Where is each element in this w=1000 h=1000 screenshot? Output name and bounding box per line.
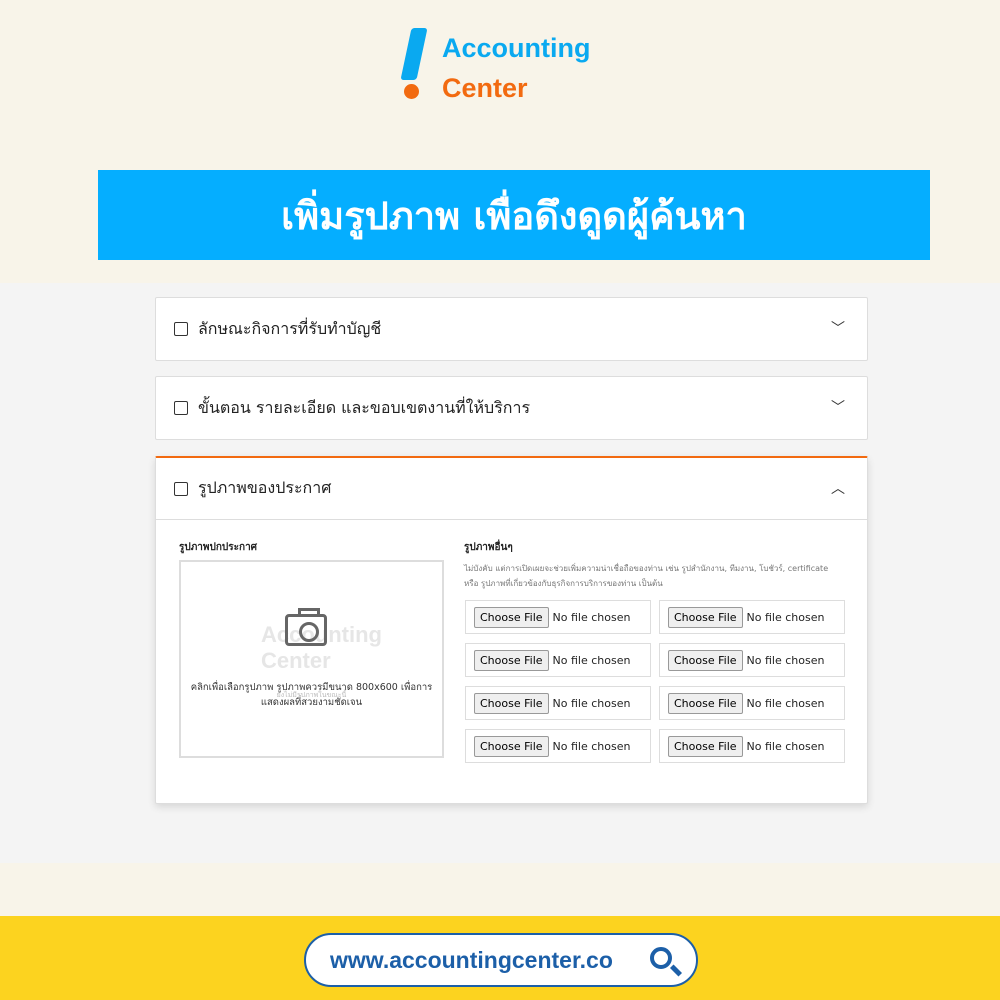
file-status: No file chosen: [552, 610, 631, 624]
camera-icon: [285, 608, 327, 646]
briefcase-icon: [174, 322, 188, 336]
file-input[interactable]: Choose File No file chosen: [465, 643, 651, 677]
file-input[interactable]: Choose File No file chosen: [465, 686, 651, 720]
footer: www.accountingcenter.co: [0, 916, 1000, 1000]
others-label: รูปภาพอื่นๆ: [464, 542, 513, 553]
file-status: No file chosen: [746, 610, 825, 624]
logo-mark-icon: [400, 28, 430, 102]
cover-label: รูปภาพปกประกาศ: [179, 542, 258, 553]
others-hint: ไม่บังคับ แต่การเปิดเผยจะช่วยเพิ่มความน่…: [464, 564, 829, 588]
chevron-down-icon[interactable]: ﹀: [831, 397, 845, 417]
file-status: No file chosen: [746, 696, 825, 710]
choose-file-button[interactable]: Choose File: [668, 649, 743, 671]
choose-file-button[interactable]: Choose File: [668, 692, 743, 714]
banner-title: เพิ่มรูปภาพ เพื่อดึงดูดผู้ค้นหา: [98, 170, 930, 260]
choose-file-button[interactable]: Choose File: [474, 735, 549, 757]
document-icon: [174, 401, 188, 415]
section-title: รูปภาพของประกาศ: [198, 478, 332, 497]
form-panel: ลักษณะกิจการที่รับทำบัญชี ﹀ ขั้นตอน รายละ…: [0, 283, 1000, 863]
logo-line2: Center: [442, 73, 528, 103]
file-input[interactable]: Choose File No file chosen: [659, 600, 845, 634]
file-input[interactable]: Choose File No file chosen: [465, 600, 651, 634]
logo: Accounting Center: [400, 28, 591, 108]
file-status: No file chosen: [746, 739, 825, 753]
website-link[interactable]: www.accountingcenter.co: [304, 933, 698, 987]
choose-file-button[interactable]: Choose File: [668, 735, 743, 757]
website-url: www.accountingcenter.co: [330, 946, 613, 973]
file-input[interactable]: Choose File No file chosen: [465, 729, 651, 763]
search-icon: [650, 947, 672, 969]
section-images-header[interactable]: รูปภาพของประกาศ ︿: [156, 458, 867, 520]
file-status: No file chosen: [552, 696, 631, 710]
choose-file-button[interactable]: Choose File: [668, 606, 743, 628]
section-procedure[interactable]: ขั้นตอน รายละเอียด และขอบเขตงานที่ให้บริ…: [155, 376, 868, 440]
image-icon: [174, 481, 188, 496]
section-title: ขั้นตอน รายละเอียด และขอบเขตงานที่ให้บริ…: [198, 397, 531, 417]
choose-file-button[interactable]: Choose File: [474, 606, 549, 628]
chevron-up-icon[interactable]: ︿: [831, 478, 845, 498]
choose-file-button[interactable]: Choose File: [474, 649, 549, 671]
chevron-down-icon[interactable]: ﹀: [831, 318, 845, 338]
file-status: No file chosen: [552, 739, 631, 753]
cover-empty-text: ยังไม่มีรูปภาพในขณะนี้: [276, 691, 347, 699]
file-input[interactable]: Choose File No file chosen: [659, 686, 845, 720]
section-images: รูปภาพของประกาศ ︿ รูปภาพปกประกาศ Accounti…: [155, 456, 868, 804]
file-status: No file chosen: [552, 653, 631, 667]
file-status: No file chosen: [746, 653, 825, 667]
logo-line1: Accounting: [442, 33, 591, 63]
section-business-type[interactable]: ลักษณะกิจการที่รับทำบัญชี ﹀: [155, 297, 868, 361]
choose-file-button[interactable]: Choose File: [474, 692, 549, 714]
section-title: ลักษณะกิจการที่รับทำบัญชี: [198, 318, 382, 338]
file-input[interactable]: Choose File No file chosen: [659, 729, 845, 763]
cover-image-upload[interactable]: Accounting Center คลิกเพื่อเลือกรูปภาพ รู…: [179, 560, 444, 758]
file-input[interactable]: Choose File No file chosen: [659, 643, 845, 677]
